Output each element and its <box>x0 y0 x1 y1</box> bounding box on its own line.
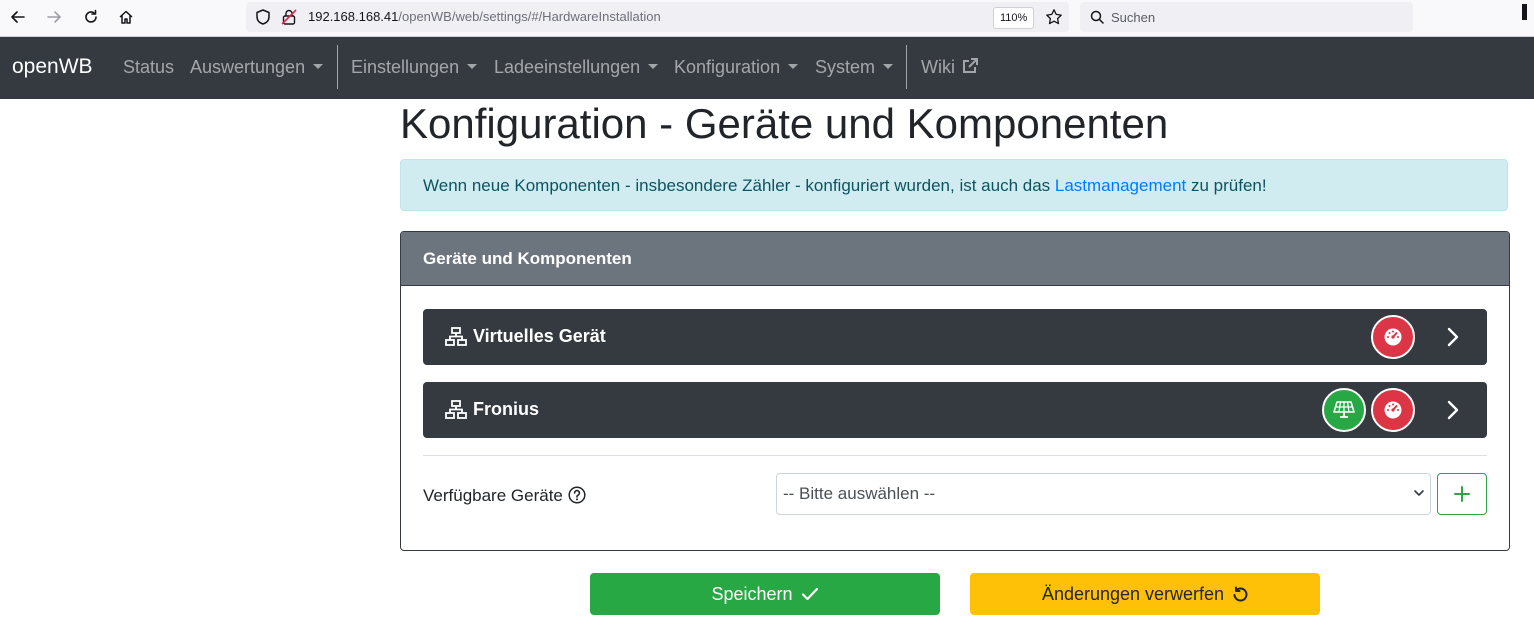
nav-ladeeinstellungen-label: Ladeeinstellungen <box>494 57 641 77</box>
add-device-button[interactable] <box>1437 473 1487 515</box>
device-row-virtuelles-geraet[interactable]: Virtuelles Gerät <box>423 309 1487 365</box>
chevron-down-icon <box>1414 489 1424 497</box>
network-icon <box>445 400 467 420</box>
save-button-label: Speichern <box>711 583 793 604</box>
select-value: -- Bitte auswählen -- <box>783 484 936 503</box>
main-navbar: openWB Status Auswertungen Einstellungen… <box>0 37 1534 99</box>
save-button[interactable]: Speichern <box>590 573 940 615</box>
chevron-right-icon[interactable] <box>1447 400 1459 420</box>
nav-einstellungen-label: Einstellungen <box>351 57 460 77</box>
counter-badge-icon[interactable] <box>1371 315 1415 359</box>
insecure-lock-icon[interactable] <box>280 8 298 26</box>
nav-ladeeinstellungen[interactable]: Ladeeinstellungen <box>494 57 659 78</box>
device-name: Virtuelles Gerät <box>473 326 606 346</box>
info-alert: Wenn neue Komponenten - insbesondere Zäh… <box>400 159 1508 211</box>
discard-button-label: Änderungen verwerfen <box>1041 583 1225 604</box>
brand-logo[interactable]: openWB <box>12 55 93 79</box>
counter-badge-icon[interactable] <box>1371 388 1415 432</box>
nav-divider <box>906 45 907 89</box>
plus-icon <box>1454 486 1470 502</box>
network-icon <box>445 327 467 347</box>
external-link-icon <box>961 57 979 75</box>
caret-down-icon <box>313 64 324 69</box>
address-bar[interactable]: 192.168.168.41/openWB/web/settings/#/Har… <box>246 2 1069 32</box>
nav-status-label: Status <box>123 57 175 77</box>
nav-status[interactable]: Status <box>123 57 174 78</box>
window-edge <box>1522 4 1527 20</box>
lastmanagement-link[interactable]: Lastmanagement <box>1055 176 1186 195</box>
alert-text-after: zu prüfen! <box>1186 176 1267 195</box>
back-arrow-icon[interactable] <box>6 6 30 28</box>
nav-divider <box>337 45 338 89</box>
page-title: Konfiguration - Geräte und Komponenten <box>400 100 1169 147</box>
browser-search-input[interactable]: Suchen <box>1080 2 1413 32</box>
url-path: /openWB/web/settings/#/HardwareInstallat… <box>398 9 661 24</box>
caret-down-icon <box>788 64 799 69</box>
url-host: 192.168.168.41 <box>308 9 399 24</box>
chevron-right-icon[interactable] <box>1447 327 1459 347</box>
discard-changes-button[interactable]: Änderungen verwerfen <box>970 573 1320 615</box>
caret-down-icon <box>467 64 478 69</box>
nav-einstellungen[interactable]: Einstellungen <box>351 57 478 78</box>
alert-text-before: Wenn neue Komponenten - insbesondere Zäh… <box>423 176 1055 195</box>
divider <box>423 455 1487 456</box>
home-icon[interactable] <box>114 6 138 28</box>
nav-wiki-label: Wiki <box>921 57 955 77</box>
devices-card: Geräte und Komponenten Virtuelles Gerät … <box>400 231 1510 551</box>
available-devices-text: Verfügbare Geräte <box>423 486 563 505</box>
device-type-select[interactable]: -- Bitte auswählen -- <box>776 473 1431 515</box>
undo-icon <box>1233 586 1248 602</box>
zoom-level[interactable]: 110% <box>993 7 1035 29</box>
search-icon <box>1090 10 1104 24</box>
nav-auswertungen[interactable]: Auswertungen <box>190 57 324 78</box>
nav-system-label: System <box>815 57 876 77</box>
browser-toolbar: 192.168.168.41/openWB/web/settings/#/Har… <box>0 0 1534 37</box>
url-text[interactable]: 192.168.168.41/openWB/web/settings/#/Har… <box>308 9 661 24</box>
caret-down-icon <box>648 64 659 69</box>
solar-panel-badge-icon[interactable] <box>1322 388 1366 432</box>
search-placeholder: Suchen <box>1111 10 1156 25</box>
question-circle-icon[interactable] <box>568 486 586 504</box>
device-name: Fronius <box>473 399 539 419</box>
device-row-fronius[interactable]: Fronius <box>423 382 1487 438</box>
nav-konfiguration[interactable]: Konfiguration <box>674 57 799 78</box>
reload-icon[interactable] <box>79 6 103 28</box>
bookmark-star-icon[interactable] <box>1045 8 1063 26</box>
nav-wiki[interactable]: Wiki <box>921 57 979 78</box>
available-devices-label: Verfügbare Geräte <box>423 486 586 506</box>
nav-system[interactable]: System <box>815 57 894 78</box>
check-icon <box>801 587 818 601</box>
shield-icon[interactable] <box>254 8 272 26</box>
nav-konfiguration-label: Konfiguration <box>674 57 781 77</box>
card-header: Geräte und Komponenten <box>401 232 1509 286</box>
caret-down-icon <box>883 64 894 69</box>
nav-auswertungen-label: Auswertungen <box>190 57 306 77</box>
forward-arrow-icon[interactable] <box>42 6 66 28</box>
